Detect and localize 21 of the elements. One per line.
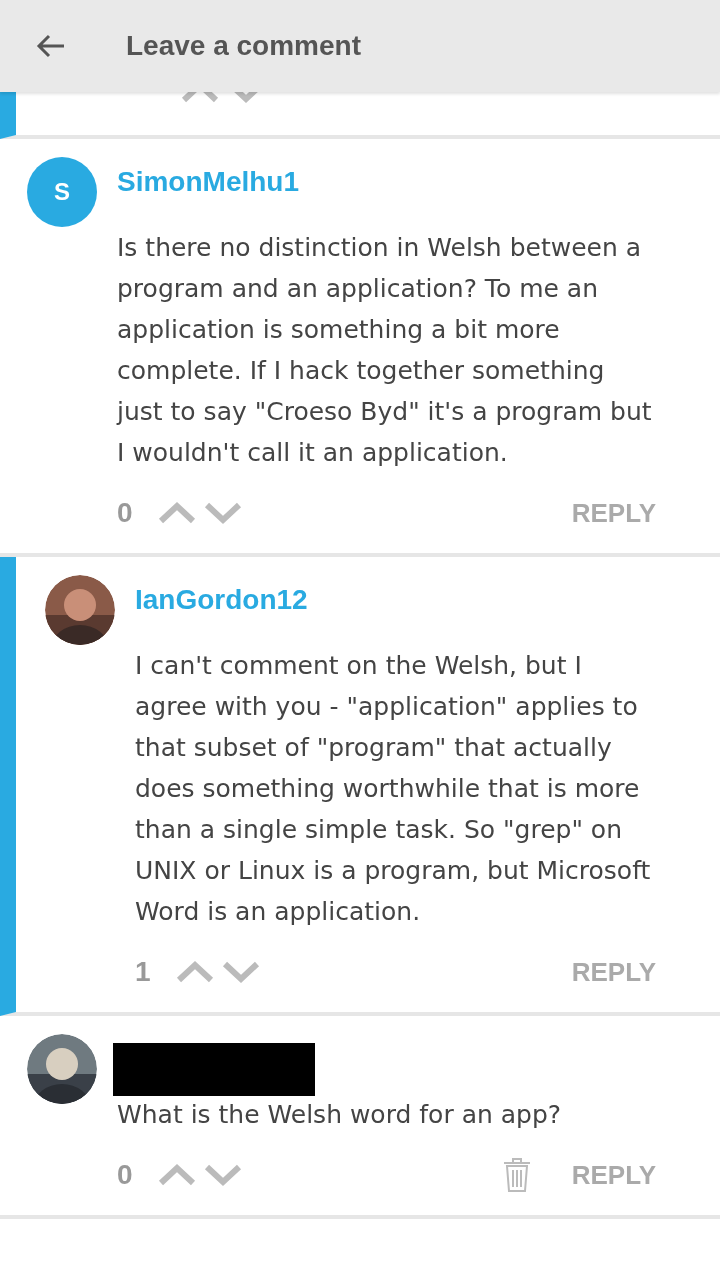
vote-count: 0 — [117, 1159, 134, 1191]
author-name[interactable]: SimonMelhu1 — [117, 166, 299, 198]
downvote-button[interactable] — [203, 1163, 243, 1187]
vote-count: 1 — [135, 956, 152, 988]
upvote-button[interactable] — [175, 960, 215, 984]
comment-text: I can't comment on the Welsh, but I agree with you - "application" applies to that subset of "program" that actually does something worthwhile that is more than a single simple task. So "grep" on UNIX or Linux is a program, but Microsoft Word is an application. — [135, 650, 652, 928]
avatar: S — [27, 157, 97, 227]
author-name[interactable]: IanGordon12 — [135, 584, 308, 616]
upvote-button[interactable] — [157, 501, 197, 525]
downvote-button[interactable] — [221, 960, 261, 984]
page-title: Leave a comment — [126, 30, 361, 62]
comment-text: Is there no distinction in Welsh between a program and an application? To me an application is something a bit more complete. If I hack together something just to say "Croeso Byd" it's a program but I wouldn't call it an application. — [117, 232, 653, 469]
vote-count: 0 — [117, 497, 134, 529]
reply-button[interactable]: REPLY — [571, 956, 656, 988]
chevron-up-icon[interactable] — [180, 92, 220, 104]
reply-button[interactable]: REPLY — [571, 497, 656, 529]
delete-button[interactable] — [501, 1157, 532, 1193]
upvote-button[interactable] — [157, 1163, 197, 1187]
reply-button[interactable]: REPLY — [571, 1159, 656, 1191]
comment-text: What is the Welsh word for an app? — [117, 1099, 563, 1131]
downvote-button[interactable] — [203, 501, 243, 525]
